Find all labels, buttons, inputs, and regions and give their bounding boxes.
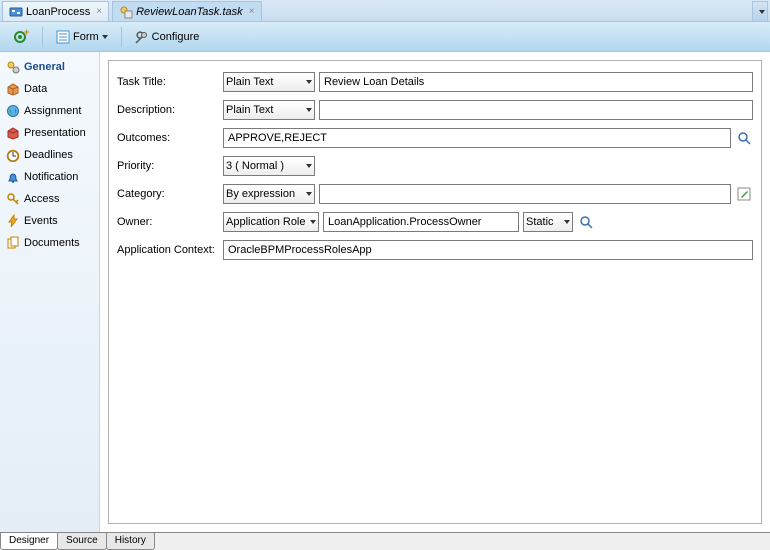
- category-label: Category:: [117, 188, 223, 200]
- sidebar-item-label: Events: [24, 215, 58, 227]
- chevron-down-icon: [102, 35, 108, 39]
- sidebar: General Data Assignment Presentation Dea…: [0, 52, 100, 532]
- form-dropdown-button[interactable]: Form: [49, 26, 115, 48]
- sidebar-item-label: Assignment: [24, 105, 81, 117]
- sidebar-item-label: Notification: [24, 171, 78, 183]
- owner-type-select[interactable]: Application Role: [223, 212, 319, 232]
- close-icon[interactable]: ×: [249, 6, 255, 17]
- chevron-down-icon: [306, 108, 312, 112]
- box-icon: [6, 82, 20, 96]
- form-panel: Task Title: Plain Text Description: Plai…: [108, 60, 762, 524]
- chevron-down-icon: [759, 10, 765, 14]
- globe-icon: [6, 104, 20, 118]
- task-icon: [119, 5, 133, 19]
- category-edit-button[interactable]: [735, 185, 753, 203]
- owner-label: Owner:: [117, 216, 223, 228]
- sidebar-item-documents[interactable]: Documents: [0, 232, 99, 254]
- category-type-select[interactable]: By expression: [223, 184, 315, 204]
- sidebar-item-assignment[interactable]: Assignment: [0, 100, 99, 122]
- sidebar-item-label: Presentation: [24, 127, 86, 139]
- sidebar-item-deadlines[interactable]: Deadlines: [0, 144, 99, 166]
- close-icon[interactable]: ×: [96, 6, 102, 17]
- presentation-icon: [6, 126, 20, 140]
- tab-overflow-dropdown[interactable]: [752, 1, 768, 21]
- lightning-icon: [6, 214, 20, 228]
- owner-mode-select[interactable]: Static: [523, 212, 573, 232]
- app-context-input[interactable]: [223, 240, 753, 260]
- outcomes-label: Outcomes:: [117, 132, 223, 144]
- sidebar-item-access[interactable]: Access: [0, 188, 99, 210]
- outcomes-search-button[interactable]: [735, 129, 753, 147]
- sidebar-item-presentation[interactable]: Presentation: [0, 122, 99, 144]
- sidebar-item-general[interactable]: General: [0, 56, 99, 78]
- bottom-tab-bar: Designer Source History: [0, 532, 770, 550]
- sidebar-item-label: Deadlines: [24, 149, 73, 161]
- process-icon: [9, 5, 23, 19]
- chevron-down-icon: [306, 164, 312, 168]
- tab-reviewloantask[interactable]: ReviewLoanTask.task ×: [112, 1, 261, 21]
- priority-select[interactable]: 3 ( Normal ): [223, 156, 315, 176]
- chevron-down-icon: [306, 80, 312, 84]
- category-input[interactable]: [319, 184, 731, 204]
- tab-label: ReviewLoanTask.task: [136, 6, 243, 18]
- sidebar-item-label: Access: [24, 193, 59, 205]
- chevron-down-icon: [306, 192, 312, 196]
- owner-search-button[interactable]: [577, 213, 595, 231]
- sidebar-item-data[interactable]: Data: [0, 78, 99, 100]
- add-gear-button[interactable]: +: [6, 25, 36, 49]
- tab-label: LoanProcess: [26, 6, 90, 18]
- svg-text:+: +: [24, 29, 29, 37]
- sidebar-item-notification[interactable]: Notification: [0, 166, 99, 188]
- bell-icon: [6, 170, 20, 184]
- priority-label: Priority:: [117, 160, 223, 172]
- configure-label: Configure: [152, 31, 200, 43]
- form-label: Form: [73, 31, 99, 43]
- sidebar-item-label: Documents: [24, 237, 80, 249]
- description-input[interactable]: [319, 100, 753, 120]
- form-icon: [56, 30, 70, 44]
- edit-icon: [737, 187, 751, 201]
- bottom-tab-source[interactable]: Source: [57, 533, 107, 550]
- wrench-icon: [135, 30, 149, 44]
- search-icon: [579, 215, 593, 229]
- chevron-down-icon: [564, 220, 570, 224]
- configure-button[interactable]: Configure: [128, 26, 207, 48]
- sidebar-item-events[interactable]: Events: [0, 210, 99, 232]
- outcomes-input[interactable]: [223, 128, 731, 148]
- sidebar-item-label: Data: [24, 83, 47, 95]
- clock-icon: [6, 148, 20, 162]
- owner-input[interactable]: [323, 212, 519, 232]
- task-title-type-select[interactable]: Plain Text: [223, 72, 315, 92]
- documents-icon: [6, 236, 20, 250]
- bottom-tab-history[interactable]: History: [106, 533, 155, 550]
- sidebar-item-label: General: [24, 61, 65, 73]
- description-label: Description:: [117, 104, 223, 116]
- task-title-input[interactable]: [319, 72, 753, 92]
- bottom-tab-designer[interactable]: Designer: [0, 533, 58, 550]
- editor-tab-bar: LoanProcess × ReviewLoanTask.task ×: [0, 0, 770, 22]
- gears-icon: [6, 60, 20, 74]
- task-title-label: Task Title:: [117, 76, 223, 88]
- search-icon: [737, 131, 751, 145]
- app-context-label: Application Context:: [117, 244, 223, 256]
- tab-loanprocess[interactable]: LoanProcess ×: [2, 1, 109, 21]
- description-type-select[interactable]: Plain Text: [223, 100, 315, 120]
- toolbar: + Form Configure: [0, 22, 770, 52]
- key-icon: [6, 192, 20, 206]
- chevron-down-icon: [310, 220, 316, 224]
